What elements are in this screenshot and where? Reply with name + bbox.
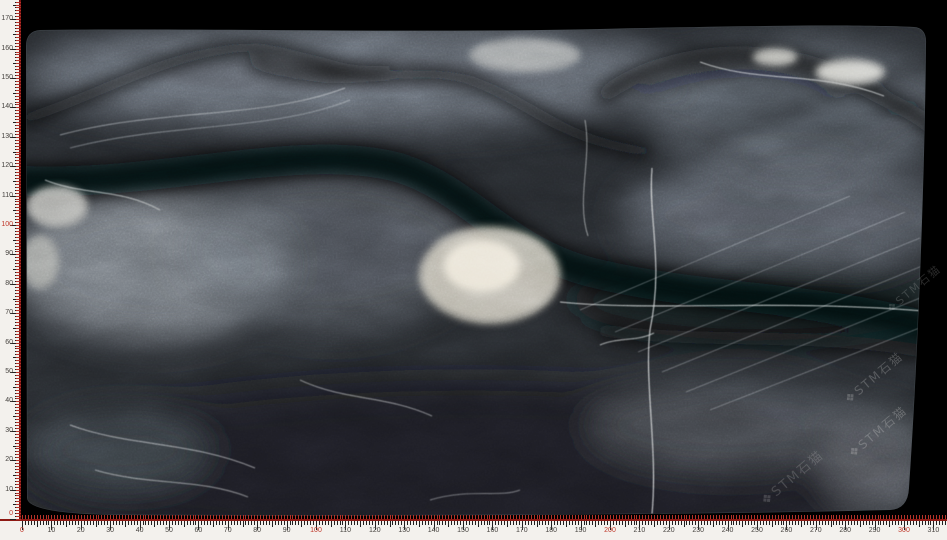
ruler-bottom-strip xyxy=(0,519,947,540)
slab-texture xyxy=(0,0,947,540)
slab-scan-viewport: ❖STM石猫❖STM石猫❖STM石猫❖STM石猫 010203040506070… xyxy=(0,0,947,540)
ruler-bottom-red-line xyxy=(0,519,947,521)
slab-photo xyxy=(0,0,947,540)
ruler-left-strip xyxy=(0,0,21,540)
ruler-left-red-line xyxy=(19,0,21,519)
noise-overlay-fine xyxy=(0,0,947,540)
